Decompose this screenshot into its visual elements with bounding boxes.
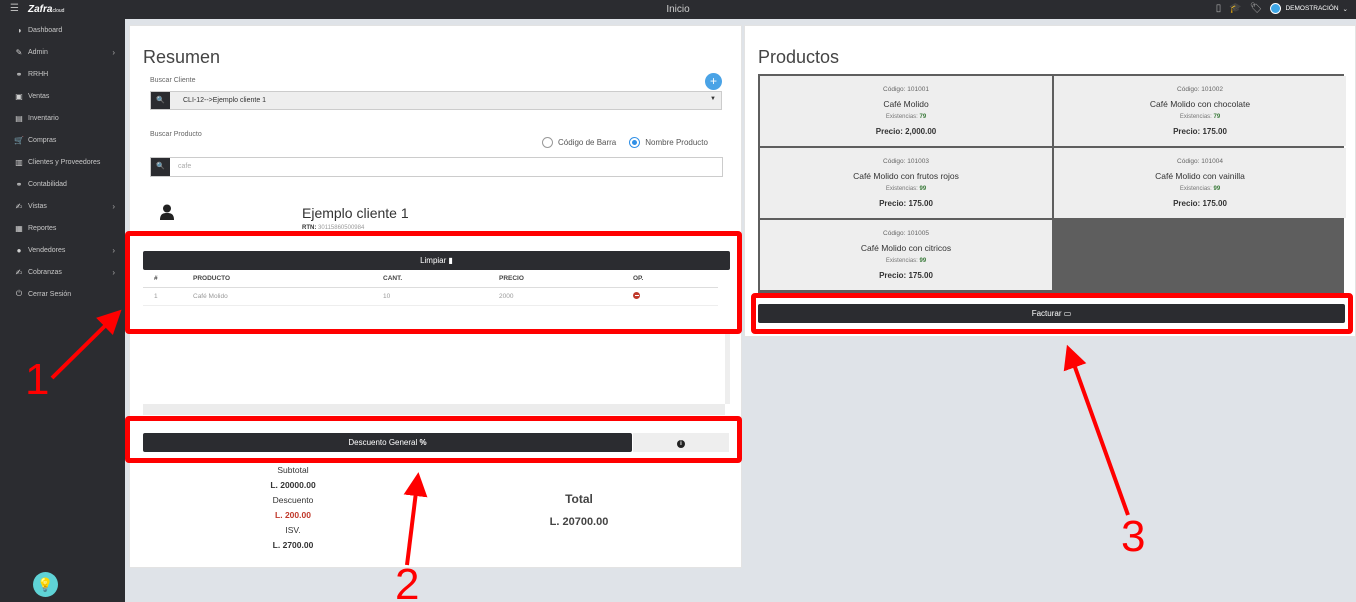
annotation-number-3: 3 (1121, 512, 1146, 561)
annotation-arrows (50, 309, 1130, 566)
annotation-number-1: 1 (25, 355, 50, 404)
annotation-number-2: 2 (395, 560, 420, 602)
